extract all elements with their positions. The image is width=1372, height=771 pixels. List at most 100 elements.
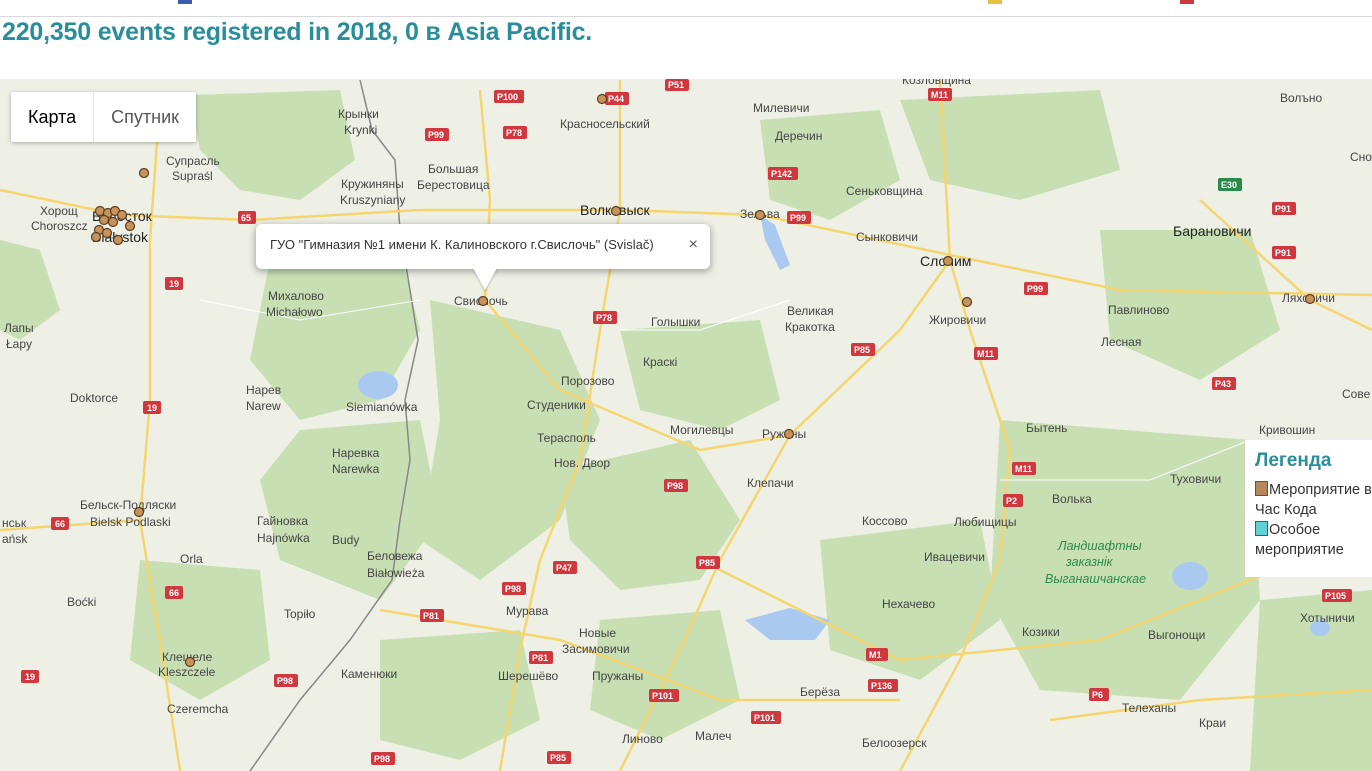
- svg-text:M11: M11: [931, 90, 948, 100]
- place-label: Orla: [180, 552, 203, 566]
- close-icon[interactable]: ×: [689, 224, 698, 266]
- place-label: Телеханы: [1122, 701, 1176, 715]
- map-type-map-button[interactable]: Карта: [11, 92, 95, 142]
- place-label: Берёза: [800, 685, 840, 699]
- road-shield-label: P100: [497, 92, 518, 102]
- svg-text:19: 19: [147, 403, 157, 413]
- map-type-satellite-button[interactable]: Спутник: [94, 92, 196, 142]
- place-label: Краи: [1199, 716, 1226, 730]
- svg-text:P99: P99: [790, 213, 806, 223]
- map-type-control[interactable]: Карта Спутник: [11, 92, 197, 142]
- svg-text:P85: P85: [699, 558, 715, 568]
- place-label: Коссово: [862, 514, 908, 528]
- svg-text:P142: P142: [771, 169, 792, 179]
- place-label: Хорощ: [40, 204, 78, 218]
- place-label: Студеники: [527, 398, 586, 412]
- legend-item-label-cont: Час Кода: [1255, 502, 1317, 518]
- place-label: Бытень: [1026, 421, 1067, 435]
- place-label: Нов. Двор: [554, 456, 610, 470]
- place-label: Topiło: [284, 607, 316, 621]
- place-label: Барановичи: [1173, 223, 1251, 239]
- map-canvas[interactable]: P100 P44 P51 M11 P99 P78 P142 P99 E30 P9…: [0, 79, 1372, 771]
- svg-text:P136: P136: [871, 681, 892, 691]
- bookmark-mark: [178, 0, 192, 4]
- svg-text:19: 19: [169, 279, 179, 289]
- event-marker: [98, 214, 110, 226]
- place-label: Boćki: [67, 595, 96, 609]
- svg-text:P85: P85: [550, 753, 566, 763]
- place-label: Туховичи: [1170, 472, 1221, 486]
- place-label: Засимовичи: [562, 642, 630, 656]
- place-label: Кривошин: [1259, 423, 1315, 437]
- event-marker: [754, 209, 766, 221]
- place-label: Сынковичи: [856, 230, 918, 244]
- place-label: Выганашчанскае: [1045, 572, 1146, 586]
- event-marker: [783, 428, 795, 440]
- place-label: Narew: [246, 399, 281, 413]
- place-label: Czeremcha: [167, 702, 229, 716]
- place-label: Лесная: [1101, 335, 1141, 349]
- place-label: Козики: [1022, 625, 1060, 639]
- event-marker: [961, 296, 973, 308]
- legend-item-label: Особое: [1269, 522, 1321, 538]
- marker-info-window[interactable]: ГУО "Гимназия №1 имени К. Калиновского г…: [256, 224, 710, 269]
- svg-text:M1: M1: [869, 650, 882, 660]
- event-marker: [124, 220, 136, 232]
- svg-text:P99: P99: [1027, 284, 1043, 294]
- bookmark-mark: [1180, 0, 1194, 4]
- legend-title: Легенда: [1255, 450, 1332, 471]
- place-label: Наревка: [332, 446, 380, 460]
- place-label: Białowieża: [367, 566, 425, 580]
- svg-text:P101: P101: [754, 713, 775, 723]
- place-label: Bielsk Podlaski: [90, 515, 171, 529]
- place-label: Хотыничи: [1300, 611, 1355, 625]
- info-window-text: ГУО "Гимназия №1 имени К. Калиновского г…: [270, 237, 654, 252]
- place-label: Kruszyniany: [340, 193, 405, 207]
- svg-text:P51: P51: [668, 80, 684, 90]
- place-label: Бельск-Подляски: [80, 498, 176, 512]
- place-label: Голышки: [651, 315, 700, 329]
- place-label: Choroszcz: [31, 219, 88, 233]
- event-marker: [610, 205, 622, 217]
- place-label: Большая: [428, 162, 478, 176]
- place-label: Нехачево: [882, 597, 936, 611]
- place-label: Пружаны: [592, 669, 643, 683]
- place-label: Мурава: [506, 604, 549, 618]
- svg-text:P91: P91: [1275, 204, 1291, 214]
- event-marker: [107, 216, 119, 228]
- svg-text:66: 66: [169, 588, 179, 598]
- place-label: Ивацевичи: [924, 550, 985, 564]
- place-label: Narewka: [332, 462, 380, 476]
- place-label: Hajnówka: [257, 531, 310, 545]
- bookmark-mark: [988, 0, 1002, 4]
- place-label: Любищицы: [954, 515, 1017, 529]
- place-label: Каменюки: [341, 667, 397, 681]
- svg-text:P78: P78: [506, 128, 522, 138]
- place-label: Михалово: [268, 289, 324, 303]
- place-label: Берестовица: [417, 178, 490, 192]
- map-svg[interactable]: P100 P44 P51 M11 P99 P78 P142 P99 E30 P9…: [0, 79, 1372, 771]
- place-label: Выгонощи: [1148, 628, 1205, 642]
- event-marker: [90, 231, 102, 243]
- place-label: Гайновка: [257, 514, 308, 528]
- place-label: Терасполь: [537, 431, 596, 445]
- event-marker: [112, 234, 124, 246]
- place-label: Kleszczele: [158, 665, 216, 679]
- place-label: Великая: [787, 304, 834, 318]
- legend-swatch-icon: [1255, 481, 1268, 496]
- place-label: Козловщина: [902, 79, 971, 87]
- place-label: Деречин: [775, 129, 822, 143]
- event-marker: [138, 167, 150, 179]
- svg-text:P47: P47: [556, 563, 572, 573]
- place-label: Сеньковщина: [846, 184, 923, 198]
- event-marker: [596, 93, 608, 105]
- svg-text:P101: P101: [652, 691, 673, 701]
- place-label: заказнік: [1065, 555, 1114, 569]
- event-marker: [133, 506, 145, 518]
- svg-text:P98: P98: [667, 481, 683, 491]
- place-label: Крынки: [338, 107, 379, 121]
- info-window-tail: [473, 268, 497, 290]
- legend-item-label-cont: мероприятие: [1255, 542, 1344, 558]
- svg-text:P98: P98: [374, 754, 390, 764]
- event-marker: [116, 209, 128, 221]
